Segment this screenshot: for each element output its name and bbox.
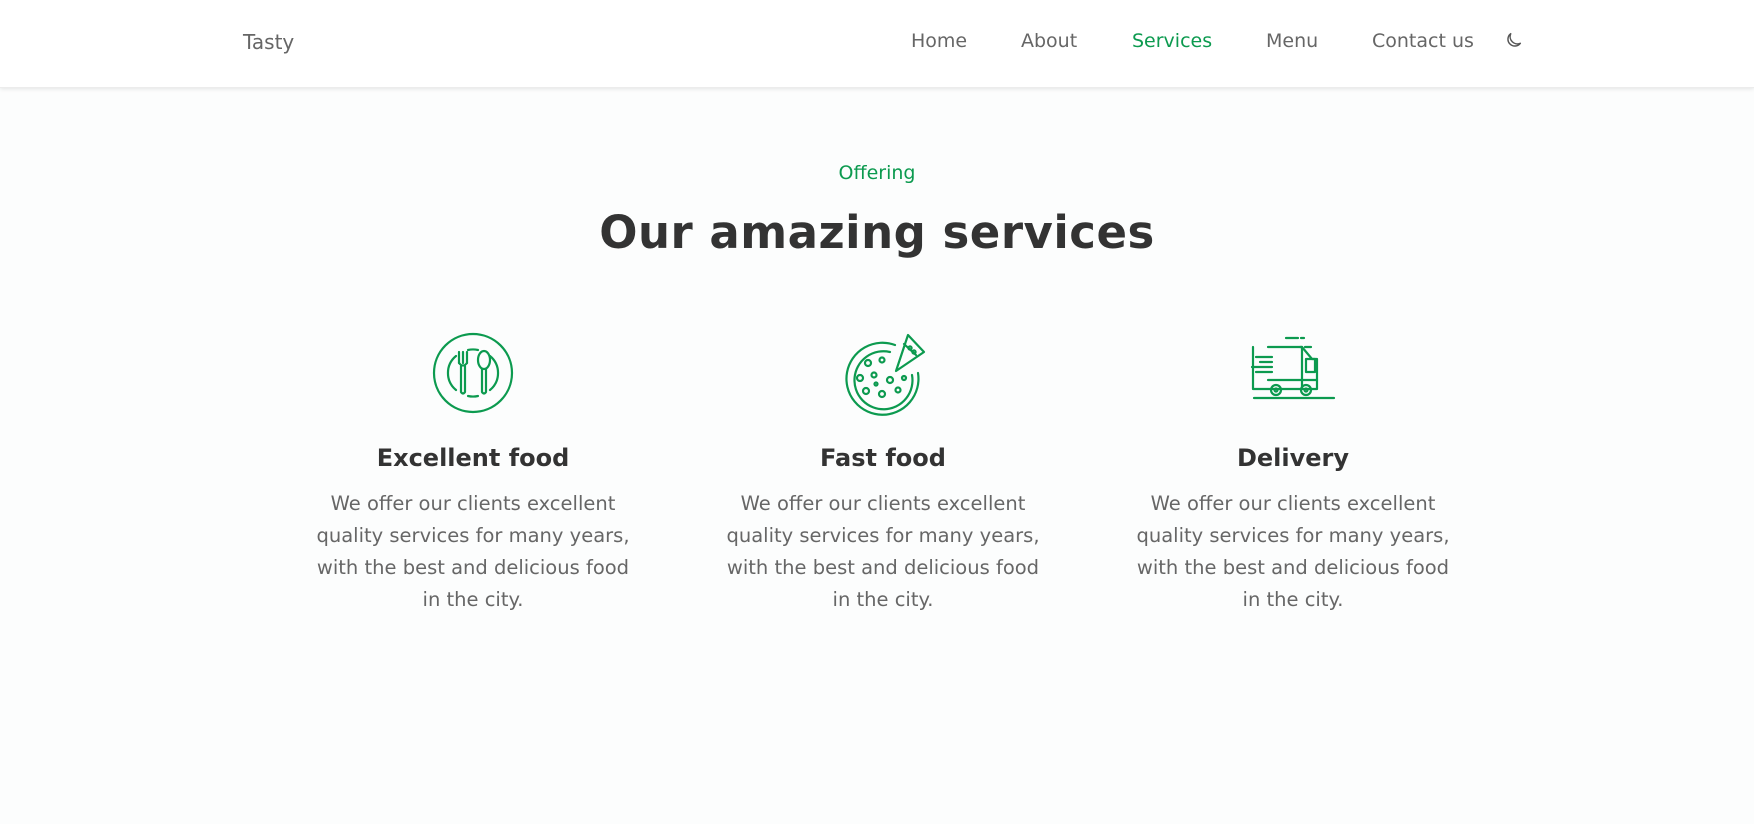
- service-card-excellent-food: Excellent food We offer our clients exce…: [308, 328, 638, 616]
- service-description: We offer our clients excellent quality s…: [726, 492, 1040, 611]
- pizza-icon: [845, 333, 926, 416]
- service-title: Delivery: [1236, 444, 1350, 472]
- service-description: We offer our clients excellent quality s…: [316, 492, 630, 611]
- nav-item-services[interactable]: Services: [1132, 30, 1212, 52]
- cutlery-plate-icon: [432, 332, 514, 414]
- section-subtitle: Offering: [838, 162, 916, 184]
- moon-icon: [1507, 32, 1522, 47]
- main-nav: Home About Services Menu Contact us: [0, 30, 1754, 56]
- service-description: We offer our clients excellent quality s…: [1136, 492, 1450, 611]
- nav-item-about[interactable]: About: [1021, 30, 1077, 52]
- service-card-delivery: Delivery We offer our clients excellent …: [1128, 328, 1458, 616]
- nav-item-contact[interactable]: Contact us: [1372, 30, 1474, 52]
- delivery-truck-icon: [1250, 336, 1336, 400]
- site-header: Tasty Home About Services Menu Contact u…: [0, 0, 1754, 88]
- nav-item-menu[interactable]: Menu: [1266, 30, 1318, 52]
- theme-toggle-button[interactable]: [1502, 30, 1524, 52]
- section-title: Our amazing services: [599, 206, 1155, 259]
- service-card-fast-food: Fast food We offer our clients excellent…: [718, 328, 1048, 616]
- service-title: Excellent food: [376, 444, 570, 472]
- nav-item-home[interactable]: Home: [911, 30, 967, 52]
- service-title: Fast food: [820, 444, 946, 472]
